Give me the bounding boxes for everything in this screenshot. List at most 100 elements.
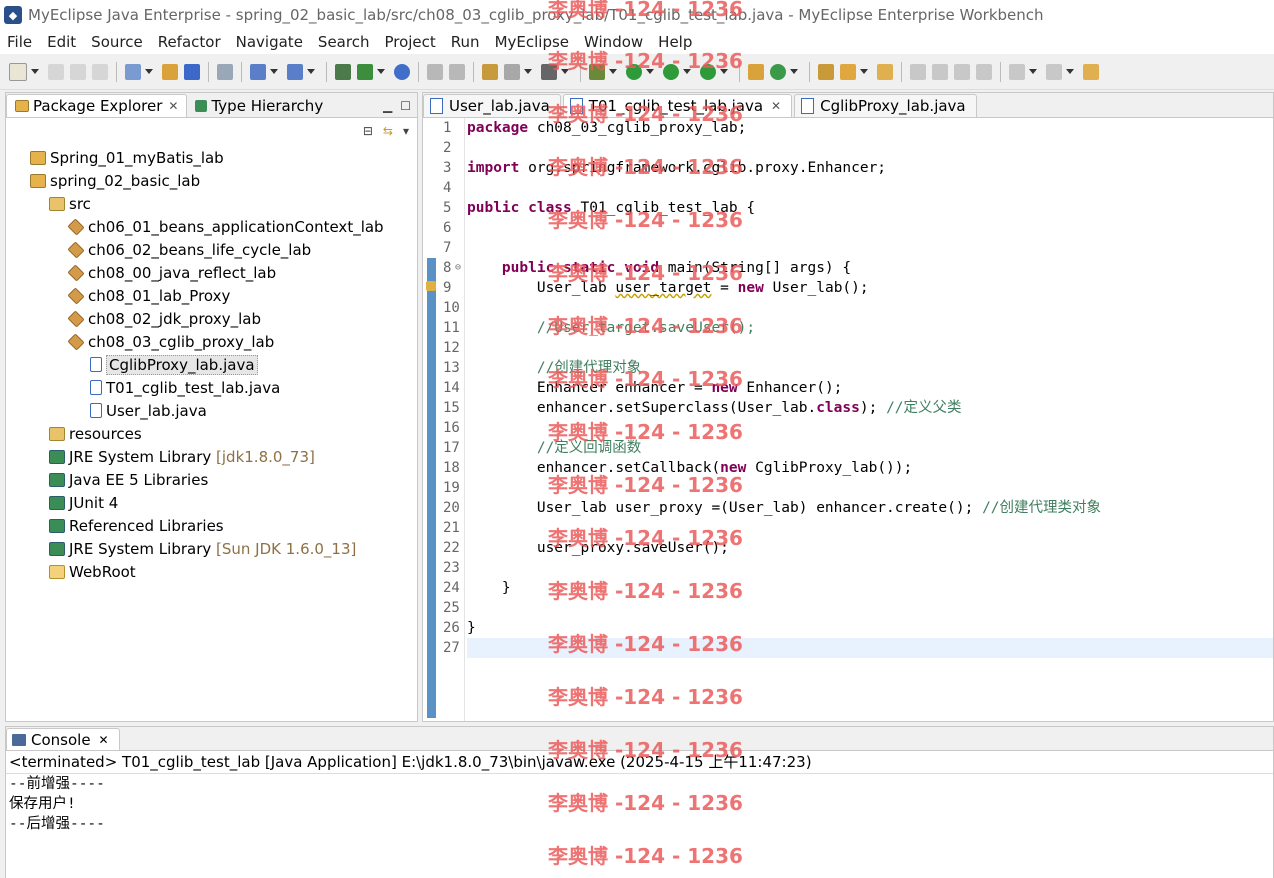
open-project-icon[interactable]	[357, 63, 373, 80]
tree-package-2[interactable]: ch06_02_beans_life_cycle_lab	[6, 238, 417, 261]
editor-tab-t01[interactable]: T01_cglib_test_lab.java ✕	[562, 94, 793, 117]
tab-console[interactable]: Console ✕	[6, 728, 120, 750]
project-dropdown-icon[interactable]	[377, 69, 385, 74]
close-icon[interactable]: ✕	[771, 99, 781, 113]
server-dropdown-icon[interactable]	[307, 69, 315, 74]
view-menu-icon[interactable]: ▾	[403, 124, 409, 138]
unlink-icon[interactable]	[449, 63, 465, 80]
deploy-dropdown-icon[interactable]	[270, 69, 278, 74]
minimize-icon[interactable]: ▁	[383, 99, 392, 113]
tree-lib-jre[interactable]: JRE System Library [jdk1.8.0_73]	[6, 445, 417, 468]
report-dropdown-icon[interactable]	[524, 69, 532, 74]
prev-annotation-icon[interactable]	[1046, 63, 1062, 80]
editor-tab-cglibproxy[interactable]: CglibProxy_lab.java	[794, 94, 977, 117]
new-java-package-icon[interactable]	[748, 63, 764, 80]
show-whitespace-icon[interactable]	[976, 63, 992, 80]
code-area[interactable]: 1 2 3 4 5 6 7 8 9 10 11 12 13 14 15 16 1…	[423, 118, 1273, 721]
print-icon[interactable]	[92, 63, 108, 80]
java-file-icon	[90, 403, 102, 418]
menu-help[interactable]: Help	[651, 33, 700, 51]
console-output[interactable]: --前增强---- 保存用户! --后增强----	[6, 774, 1273, 834]
tab-type-hierarchy[interactable]: Type Hierarchy	[187, 94, 331, 117]
line-number: 2	[443, 140, 452, 156]
external-tools-icon[interactable]	[700, 63, 716, 80]
tree-lib-referenced[interactable]: Referenced Libraries	[6, 514, 417, 537]
open-type-icon[interactable]	[818, 63, 834, 80]
code-line-17: //定义回调函数	[536, 440, 642, 456]
tree-src[interactable]: src	[6, 192, 417, 215]
run-dropdown-icon[interactable]	[646, 69, 654, 74]
save-all-icon[interactable]	[70, 63, 86, 80]
menu-project[interactable]: Project	[377, 33, 443, 51]
tree-package-3[interactable]: ch08_00_java_reflect_lab	[6, 261, 417, 284]
tree-project-1[interactable]: Spring_01_myBatis_lab	[6, 146, 417, 169]
tree-package-4[interactable]: ch08_01_lab_Proxy	[6, 284, 417, 307]
globe-icon[interactable]	[394, 63, 410, 80]
tree-lib-javaee[interactable]: Java EE 5 Libraries	[6, 468, 417, 491]
external-dropdown-icon[interactable]	[720, 69, 728, 74]
new-wizard-icon[interactable]	[125, 63, 141, 80]
tree-package-1[interactable]: ch06_01_beans_applicationContext_lab	[6, 215, 417, 238]
tree-file-cglibproxy[interactable]: CglibProxy_lab.java	[6, 353, 417, 376]
monitor-dropdown-icon[interactable]	[561, 69, 569, 74]
block-select-icon[interactable]	[954, 63, 970, 80]
tree-package-5[interactable]: ch08_02_jdk_proxy_lab	[6, 307, 417, 330]
table-icon[interactable]	[482, 63, 498, 80]
menu-navigate[interactable]: Navigate	[229, 33, 311, 51]
tree-file-t01[interactable]: T01_cglib_test_lab.java	[6, 376, 417, 399]
maximize-icon[interactable]: ☐	[400, 99, 411, 113]
menu-source[interactable]: Source	[84, 33, 151, 51]
tree-file-user[interactable]: User_lab.java	[6, 399, 417, 422]
tree-package-6[interactable]: ch08_03_cglib_proxy_lab	[6, 330, 417, 353]
link-with-editor-icon[interactable]: ⇆	[383, 124, 393, 138]
next-dropdown-icon[interactable]	[1029, 69, 1037, 74]
collapse-all-icon[interactable]: ⊟	[363, 124, 373, 138]
menu-refactor[interactable]: Refactor	[151, 33, 229, 51]
package-icon[interactable]	[162, 63, 178, 80]
close-icon[interactable]: ✕	[168, 99, 178, 113]
highlight-icon[interactable]	[932, 63, 948, 80]
menu-window[interactable]: Window	[577, 33, 651, 51]
run-server-icon[interactable]	[287, 63, 303, 80]
menu-search[interactable]: Search	[311, 33, 378, 51]
class-dropdown-icon[interactable]	[790, 69, 798, 74]
monitor-icon[interactable]	[541, 63, 557, 80]
menu-myeclipse[interactable]: MyEclipse	[488, 33, 577, 51]
wizard-dropdown-icon[interactable]	[145, 69, 153, 74]
debug-dropdown-icon[interactable]	[609, 69, 617, 74]
class-icon[interactable]	[184, 63, 200, 80]
deploy-icon[interactable]	[250, 63, 266, 80]
tree-lib-junit[interactable]: JUnit 4	[6, 491, 417, 514]
tree-lib-jre-sun[interactable]: JRE System Library [Sun JDK 1.6.0_13]	[6, 537, 417, 560]
search-icon[interactable]	[840, 63, 856, 80]
new-class-icon[interactable]	[770, 63, 786, 80]
menu-file[interactable]: File	[0, 33, 40, 51]
annotation-icon[interactable]	[910, 63, 926, 80]
tab-package-explorer[interactable]: Package Explorer ✕	[6, 94, 188, 117]
web-app-icon[interactable]	[335, 63, 351, 80]
next-annotation-icon[interactable]	[1009, 63, 1025, 80]
prev-dropdown-icon[interactable]	[1066, 69, 1074, 74]
link-icon[interactable]	[427, 63, 443, 80]
fold-icon[interactable]: ⊖	[455, 262, 461, 273]
warning-icon[interactable]	[426, 281, 436, 291]
editor-tab-user-lab[interactable]: User_lab.java	[423, 94, 561, 117]
coverage-dropdown-icon[interactable]	[683, 69, 691, 74]
new-icon[interactable]	[9, 62, 27, 81]
tree-resources[interactable]: resources	[6, 422, 417, 445]
report-icon[interactable]	[504, 63, 520, 80]
menu-edit[interactable]: Edit	[40, 33, 84, 51]
open-folder-icon[interactable]	[877, 63, 893, 80]
save-icon[interactable]	[48, 63, 64, 80]
coverage-icon[interactable]	[663, 63, 679, 80]
tree-webroot[interactable]: WebRoot	[6, 560, 417, 583]
debug-icon[interactable]	[589, 63, 605, 80]
new-dropdown-icon[interactable]	[31, 69, 39, 74]
search-dropdown-icon[interactable]	[860, 69, 868, 74]
close-icon[interactable]: ✕	[99, 733, 109, 747]
run-icon[interactable]	[626, 63, 642, 80]
server-icon[interactable]	[217, 63, 233, 80]
tree-project-2[interactable]: spring_02_basic_lab	[6, 169, 417, 192]
menu-run[interactable]: Run	[444, 33, 488, 51]
back-icon[interactable]	[1083, 63, 1099, 80]
